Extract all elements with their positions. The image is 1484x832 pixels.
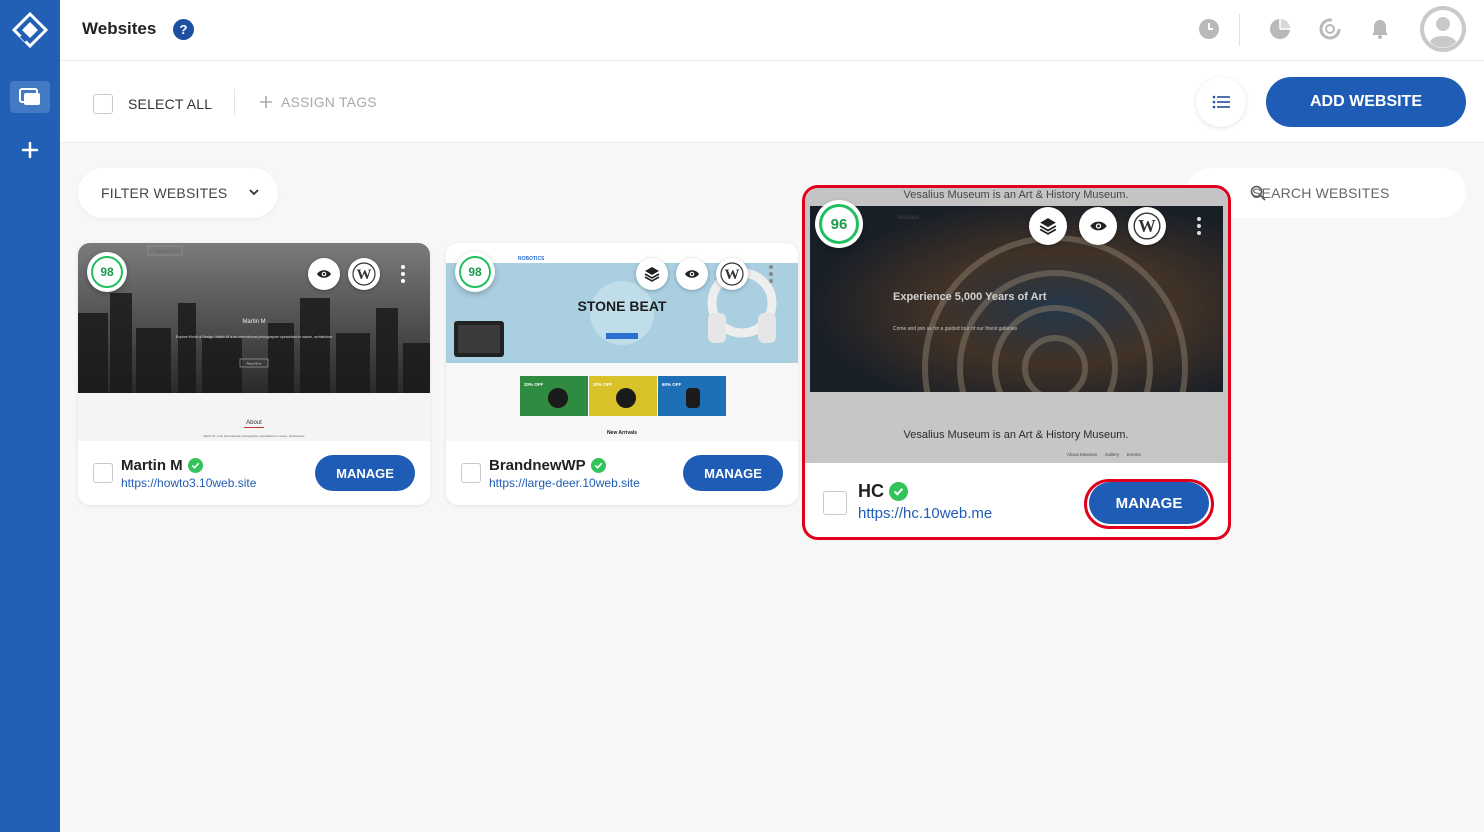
- thumb-text: 20% OFF: [524, 382, 544, 387]
- manage-button[interactable]: MANAGE: [315, 455, 415, 491]
- wp-admin-button[interactable]: W: [348, 258, 380, 290]
- clock-icon[interactable]: [1197, 17, 1221, 41]
- filter-label: FILTER WEBSITES: [101, 185, 228, 201]
- thumb-text: About: [246, 420, 262, 426]
- verified-check-icon: [187, 458, 203, 473]
- toolbar-divider: [234, 89, 235, 115]
- select-all-checkbox[interactable]: [93, 94, 113, 114]
- add-website-button[interactable]: ADD WEBSITE: [1266, 77, 1466, 127]
- manage-button[interactable]: MANAGE: [683, 455, 783, 491]
- thumb-text: 60% OFF: [662, 382, 682, 387]
- websites-icon: [19, 88, 40, 105]
- website-card-martin-m: MARTIN M Martin M Explore World of Desig…: [78, 243, 430, 505]
- list-icon: [1212, 95, 1230, 109]
- assign-tags-label: ASSIGN TAGS: [281, 94, 377, 110]
- layers-icon: [644, 267, 660, 282]
- wordpress-icon: W: [352, 262, 376, 286]
- assign-tags-button[interactable]: ASSIGN TAGS: [259, 94, 377, 110]
- thumb-text: Martin M. is an international photograph…: [203, 434, 304, 438]
- thumb-text: Explore World of Design. Martin M is an …: [176, 335, 333, 339]
- filter-websites-dropdown[interactable]: FILTER WEBSITES: [78, 168, 278, 218]
- speed-icon[interactable]: [1318, 17, 1342, 41]
- wp-admin-button[interactable]: W: [716, 258, 748, 290]
- performance-score[interactable]: 98: [455, 252, 495, 292]
- preview-button[interactable]: [308, 258, 340, 290]
- top-header: Websites ?: [60, 0, 1484, 61]
- pie-chart-icon[interactable]: [1268, 17, 1292, 41]
- user-avatar[interactable]: [1420, 6, 1466, 52]
- search-input[interactable]: [1252, 185, 1432, 201]
- thumb-text: New Arrivals: [607, 430, 637, 436]
- add-nav-button[interactable]: [10, 134, 50, 166]
- website-card-brandnewwp: ROBOTICS STONE BEAT 20% OFF 30% OFF 60% …: [446, 243, 798, 505]
- 10web-logo[interactable]: [12, 12, 48, 48]
- thumb-text: 30% OFF: [593, 382, 613, 387]
- eye-icon: [317, 270, 331, 278]
- preview-button[interactable]: [676, 258, 708, 290]
- eye-icon: [685, 270, 699, 278]
- more-options-icon[interactable]: [398, 265, 408, 283]
- sidebar: [0, 0, 60, 832]
- more-options-icon[interactable]: [766, 265, 776, 283]
- site-url-link[interactable]: https://large-deer.10web.site: [489, 476, 640, 490]
- site-name[interactable]: Martin M: [121, 457, 203, 474]
- site-url-link[interactable]: https://howto3.10web.site: [121, 476, 256, 490]
- backups-button[interactable]: [636, 258, 668, 290]
- svg-text:W: W: [725, 267, 740, 283]
- select-all-label[interactable]: SELECT ALL: [128, 96, 212, 112]
- thumb-text: ROBOTICS: [518, 256, 545, 262]
- page-title: Websites: [82, 19, 157, 38]
- toolbar: SELECT ALL ASSIGN TAGS ADD WEBSITE: [60, 61, 1484, 143]
- svg-text:W: W: [357, 267, 372, 283]
- list-view-button[interactable]: [1196, 77, 1246, 127]
- bell-icon[interactable]: [1368, 17, 1392, 41]
- help-icon[interactable]: ?: [173, 19, 194, 40]
- manage-highlight-frame: [1084, 479, 1214, 529]
- thumb-text: Read More: [247, 362, 262, 366]
- plus-icon: [260, 96, 272, 108]
- site-name[interactable]: BrandnewWP: [489, 457, 606, 474]
- thumb-text: STONE BEAT: [578, 298, 667, 314]
- thumb-text: MARTIN M: [155, 249, 175, 254]
- plus-icon: [21, 141, 39, 159]
- websites-nav-button[interactable]: [10, 81, 50, 113]
- chevron-down-icon: [249, 189, 259, 196]
- thumb-text: Martin M: [242, 319, 265, 325]
- site-checkbox[interactable]: [461, 463, 481, 483]
- site-checkbox[interactable]: [93, 463, 113, 483]
- header-divider: [1239, 14, 1240, 46]
- search-icon: [1250, 185, 1266, 201]
- verified-check-icon: [590, 458, 606, 473]
- performance-score[interactable]: 98: [87, 252, 127, 292]
- wordpress-icon: W: [720, 262, 744, 286]
